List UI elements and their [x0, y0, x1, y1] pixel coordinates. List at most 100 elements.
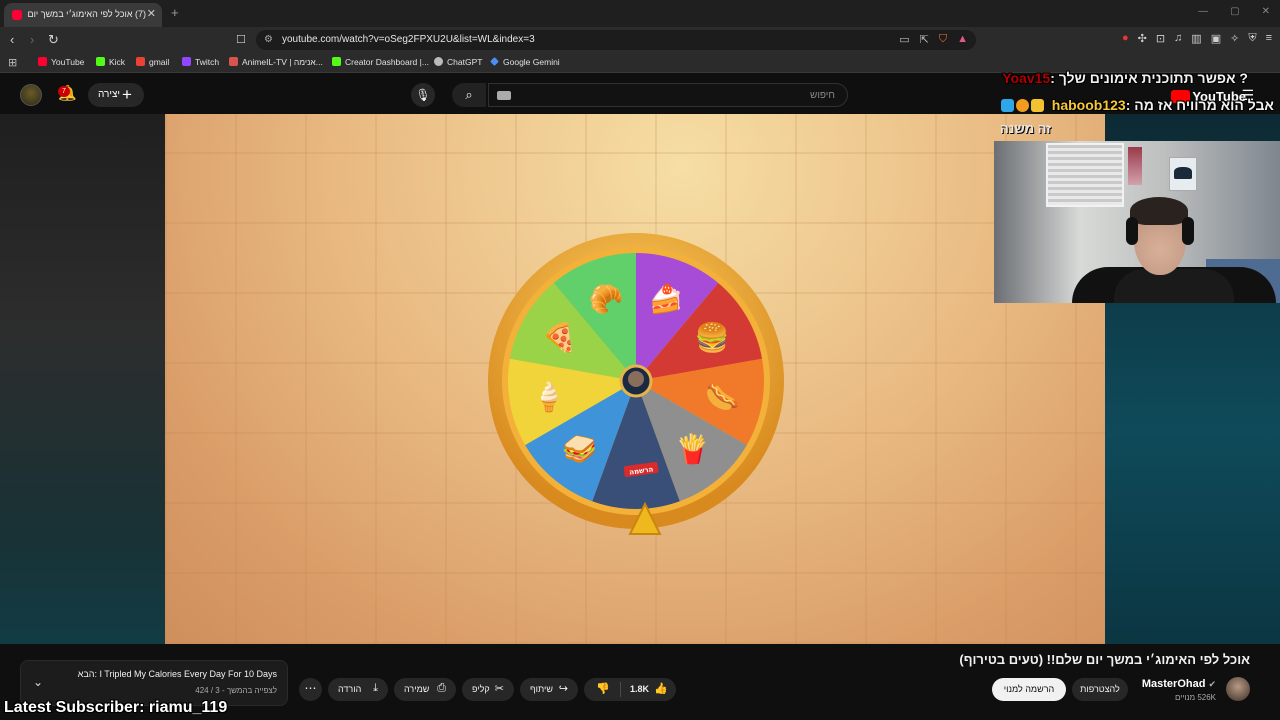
- new-tab-icon[interactable]: +: [171, 5, 179, 20]
- extensions-icon[interactable]: ✣: [1138, 32, 1147, 45]
- bookmark-gemini[interactable]: Google Gemini: [490, 57, 560, 67]
- kick-icon: [96, 57, 105, 66]
- user-avatar[interactable]: [20, 84, 42, 106]
- youtube-favicon-icon: [12, 10, 22, 20]
- chatgpt-icon: [434, 57, 443, 66]
- like-count: 1.8K: [630, 684, 650, 694]
- share-button[interactable]: שיתוף ↪: [520, 678, 578, 701]
- wheel-food-emoji: 🍰: [649, 282, 684, 315]
- gmail-icon: [136, 57, 145, 66]
- keyboard-icon[interactable]: [497, 91, 511, 100]
- tab-title: (7) אוכל לפי האימוג׳י במשך יום ש: [26, 9, 146, 19]
- scissors-icon: ✂: [494, 683, 504, 695]
- subscribe-button[interactable]: הרשמה למנוי: [992, 678, 1066, 701]
- wheel-center-face: [628, 371, 644, 387]
- bookmark-animeil[interactable]: AnimeIL-TV | אנימה...: [229, 57, 323, 67]
- voice-search-button[interactable]: 🎙: [411, 83, 435, 107]
- download-icon: ⤓: [373, 682, 378, 694]
- more-actions-button[interactable]: ⋯: [299, 678, 322, 701]
- like-dislike-group: 👎 1.8K 👍: [584, 678, 676, 701]
- url-text: youtube.com/watch?v=oSeg2FPXU2U&list=WL&…: [282, 34, 535, 45]
- up-next-title: הבא: I Tripled My Calories Every Day For…: [77, 669, 277, 679]
- site-info-icon[interactable]: ⚙: [264, 34, 273, 45]
- overlay-chat-message-1: ? אפשר תתוכנית אימונים שלך :Yoav15: [998, 70, 1248, 86]
- forward-icon[interactable]: ›: [30, 32, 34, 47]
- vpn-icon[interactable]: ⛨: [1248, 32, 1256, 45]
- screenshot-icon[interactable]: ⊡: [1156, 32, 1165, 45]
- save-button[interactable]: שמירה ⎙: [394, 678, 456, 701]
- address-bar[interactable]: ⚙ youtube.com/watch?v=oSeg2FPXU2U&list=W…: [256, 30, 976, 50]
- bookmark-icon[interactable]: ☐: [236, 33, 246, 46]
- reload-icon[interactable]: ↻: [48, 32, 59, 48]
- search-placeholder: חיפוש: [810, 90, 835, 101]
- leo-icon[interactable]: ✧: [1230, 32, 1239, 45]
- download-button[interactable]: הורדה ⤓: [328, 678, 388, 701]
- music-icon[interactable]: ♫: [1174, 32, 1182, 45]
- join-button[interactable]: להצטרפות: [1072, 678, 1128, 701]
- record-icon[interactable]: ●: [1122, 32, 1129, 45]
- chevron-down-icon[interactable]: ⌄: [33, 675, 43, 689]
- dislike-icon[interactable]: 👎: [596, 682, 610, 695]
- bookmark-creator-dashboard[interactable]: Creator Dashboard |...: [332, 57, 429, 67]
- video-title: אוכל לפי האימוג׳י במשך יום שלם!! (טעים ב…: [959, 652, 1250, 667]
- share-page-icon[interactable]: ⇱: [920, 33, 929, 46]
- create-button[interactable]: + יצירה: [88, 83, 144, 107]
- close-window-icon[interactable]: ✕: [1262, 6, 1270, 17]
- video-side-background-left: [0, 114, 165, 644]
- minimize-icon[interactable]: —: [1198, 6, 1208, 17]
- plus-icon: +: [122, 85, 132, 104]
- apps-grid-icon[interactable]: ⊞: [8, 56, 17, 69]
- overlay-chat-message-2: אבל הוא מרוויח אז מה :haboob123: [999, 97, 1274, 113]
- clip-button[interactable]: קליפ ✂: [462, 678, 514, 701]
- menu-icon[interactable]: ≡: [1266, 32, 1272, 45]
- share-icon: ↪: [558, 683, 568, 695]
- channel-avatar[interactable]: [1226, 677, 1250, 701]
- webcam-hair: [1130, 197, 1188, 225]
- search-icon: ⌕: [465, 87, 473, 102]
- cast-icon[interactable]: ▭: [899, 33, 909, 46]
- overlay-chat-text-2: אבל הוא מרוויח אז מה :: [1125, 97, 1274, 113]
- headset-right-icon: [1182, 217, 1194, 245]
- wheel-food-emoji: 🍕: [542, 321, 577, 354]
- search-input[interactable]: חיפוש: [488, 83, 848, 107]
- wheel-food-emoji: 🥪: [562, 433, 597, 464]
- latest-subscriber-overlay: Latest Subscriber: riamu_119: [4, 699, 228, 716]
- up-next-subtitle: לצפייה בהמשך - 3 / 424: [195, 686, 277, 695]
- browser-tab[interactable]: (7) אוכל לפי האימוג׳י במשך יום ש ✕: [4, 3, 162, 27]
- cube-badge-icon: [1000, 99, 1014, 112]
- bookmark-youtube[interactable]: YouTube: [38, 57, 84, 67]
- mic-icon: 🎙: [415, 88, 431, 102]
- bookmark-chatgpt[interactable]: ChatGPT: [434, 57, 482, 67]
- wheel-food-emoji: 🍦: [532, 380, 567, 413]
- crown-badge-icon: [1030, 99, 1044, 112]
- subscriber-count: 526K מנויים: [1174, 693, 1216, 702]
- overlay-chat-message-3: זה משנה: [1000, 121, 1052, 136]
- webcam-body: [1114, 269, 1234, 303]
- like-divider: [620, 682, 621, 697]
- wheel-food-emoji: 🌭: [705, 381, 740, 412]
- search-button[interactable]: ⌕: [452, 83, 486, 107]
- overlay-chat-user-2: haboob123: [1051, 97, 1126, 113]
- bookmark-twitch[interactable]: Twitch: [182, 57, 219, 67]
- browser-tab-strip: (7) אוכל לפי האימוג׳י במשך יום ש ✕ + — ▢…: [0, 0, 1280, 27]
- bookmark-gmail[interactable]: gmail: [136, 57, 169, 67]
- webcam-poster: [1128, 147, 1142, 185]
- webcam-window: [1046, 143, 1124, 207]
- bookmark-kick[interactable]: Kick: [96, 57, 125, 67]
- bookmark-save-icon: ⎙: [437, 682, 446, 694]
- back-icon[interactable]: ‹: [10, 32, 14, 47]
- gemini-icon: [490, 57, 499, 66]
- brave-shield-icon[interactable]: ⛉: [939, 33, 947, 46]
- verified-check-icon: ✔: [1208, 679, 1216, 689]
- wallet-icon[interactable]: ▣: [1211, 32, 1221, 45]
- window-controls: — ▢ ✕: [1198, 6, 1270, 17]
- sidebar-icon[interactable]: ▥: [1191, 32, 1201, 45]
- bat-icon: [1174, 167, 1192, 179]
- like-icon[interactable]: 👍: [654, 682, 668, 695]
- maximize-icon[interactable]: ▢: [1230, 6, 1239, 17]
- close-tab-icon[interactable]: ✕: [147, 7, 156, 20]
- animeil-icon: [229, 57, 238, 66]
- youtube-icon: [38, 57, 47, 66]
- rewards-icon[interactable]: ▲: [957, 33, 968, 46]
- channel-name[interactable]: MasterOhad ✔: [1142, 678, 1216, 690]
